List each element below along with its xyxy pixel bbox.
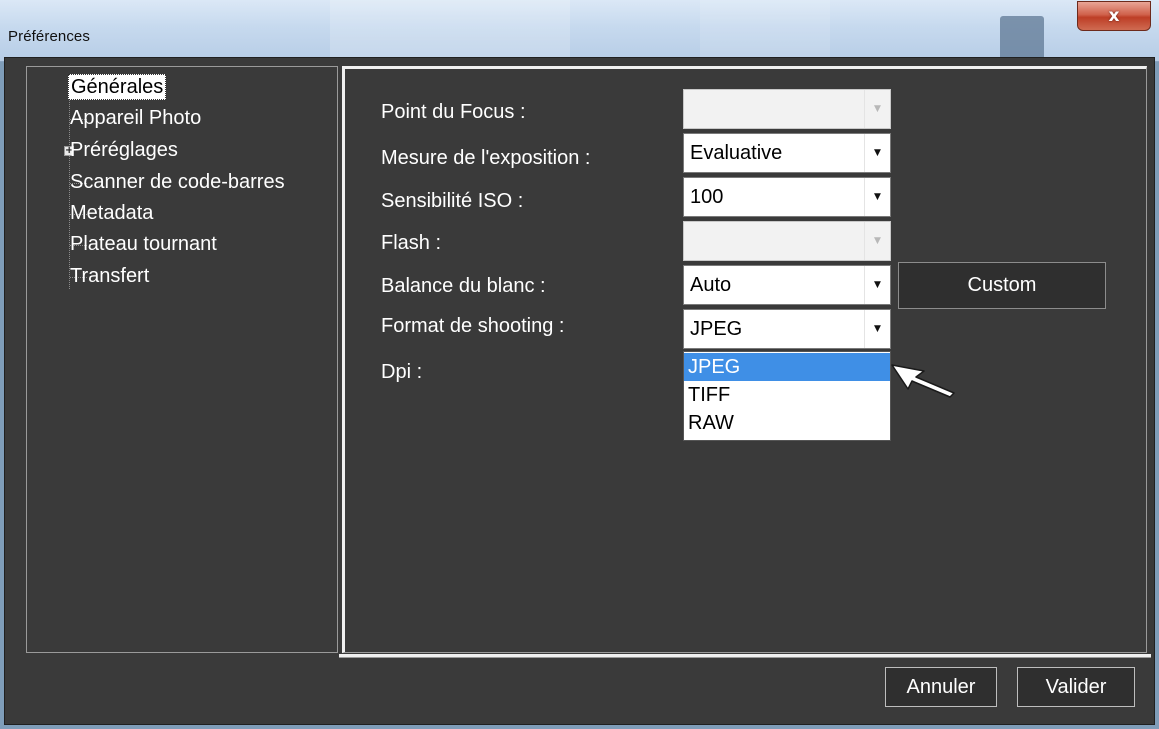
focus-select[interactable]: ▼ [683, 89, 891, 129]
exposure-select[interactable]: Evaluative ▼ [683, 133, 891, 173]
ok-button[interactable]: Valider [1017, 667, 1135, 707]
close-icon: x [1108, 6, 1120, 26]
tree-item-appareil-photo[interactable]: Appareil Photo [27, 105, 337, 135]
format-select[interactable]: JPEG ▼ [683, 309, 891, 349]
flash-select[interactable]: ▼ [683, 221, 891, 261]
tree-item-generales[interactable]: Générales [27, 73, 337, 103]
chevron-down-icon: ▼ [864, 134, 890, 172]
white-balance-value: Auto [690, 274, 732, 296]
chevron-down-icon: ▼ [864, 90, 890, 128]
category-tree: Générales Appareil Photo + Préréglages S… [26, 66, 338, 653]
exposure-label: Mesure de l'exposition : [381, 147, 591, 169]
chevron-down-icon: ▼ [864, 266, 890, 304]
tree-item-label: Transfert [70, 265, 150, 287]
tree-item-transfert[interactable]: Transfert [27, 263, 337, 293]
window-title: Préférences [8, 28, 90, 45]
chevron-down-icon: ▼ [864, 222, 890, 260]
preferences-window: Préférences x Générales Appareil Photo +… [0, 0, 1159, 729]
format-option-raw[interactable]: RAW [684, 409, 890, 437]
tree-item-prereglages[interactable]: + Préréglages [27, 137, 337, 167]
dialog-body: Générales Appareil Photo + Préréglages S… [4, 57, 1155, 725]
chevron-down-icon: ▼ [864, 178, 890, 216]
format-option-tiff[interactable]: TIFF [684, 381, 890, 409]
format-value: JPEG [690, 318, 743, 340]
format-dropdown-list: JPEG TIFF RAW [683, 351, 891, 441]
tree-item-scanner[interactable]: Scanner de code-barres [27, 169, 337, 199]
white-balance-label: Balance du blanc : [381, 275, 546, 297]
divider [339, 654, 1151, 658]
titlebar-glass [1000, 16, 1044, 62]
title-bar[interactable]: Préférences x [0, 0, 1159, 62]
chevron-down-icon: ▼ [864, 310, 890, 348]
tree-item-label: Préréglages [70, 139, 178, 161]
format-option-jpeg[interactable]: JPEG [684, 353, 890, 381]
titlebar-glass [330, 0, 570, 62]
arrow-pointer-icon [891, 364, 955, 398]
iso-select[interactable]: 100 ▼ [683, 177, 891, 217]
custom-button[interactable]: Custom [898, 262, 1106, 309]
tree-item-label: Scanner de code-barres [70, 171, 285, 193]
tree-item-plateau[interactable]: Plateau tournant [27, 231, 337, 261]
format-label: Format de shooting : [381, 315, 565, 337]
dpi-label: Dpi : [381, 361, 423, 383]
tree-item-label: Appareil Photo [70, 107, 202, 129]
tree-item-label: Générales [68, 74, 167, 100]
exposure-value: Evaluative [690, 142, 783, 164]
cancel-button[interactable]: Annuler [885, 667, 997, 707]
settings-panel: Point du Focus : ▼ Mesure de l'expositio… [342, 66, 1147, 653]
iso-label: Sensibilité ISO : [381, 190, 524, 212]
tree-item-metadata[interactable]: Metadata [27, 200, 337, 230]
focus-label: Point du Focus : [381, 101, 526, 123]
tree-item-label: Plateau tournant [70, 233, 217, 255]
titlebar-glass [700, 0, 830, 62]
flash-label: Flash : [381, 232, 442, 254]
tree-item-label: Metadata [70, 202, 154, 224]
close-button[interactable]: x [1077, 1, 1151, 31]
white-balance-select[interactable]: Auto ▼ [683, 265, 891, 305]
iso-value: 100 [690, 186, 724, 208]
